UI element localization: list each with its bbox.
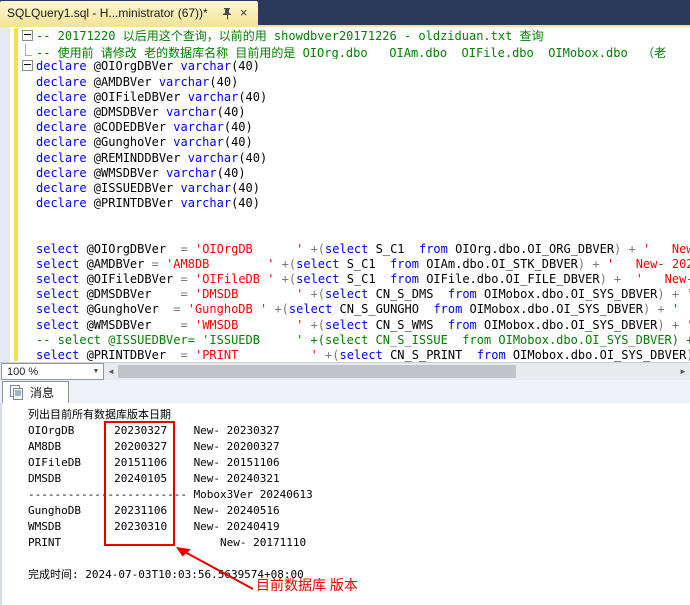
tab-messages-label: 消息 <box>30 384 54 401</box>
code-line: declare @REMINDDBVer varchar(40) <box>0 151 690 166</box>
messages-icon <box>9 385 24 400</box>
scroll-right-icon[interactable]: ► <box>676 367 690 376</box>
chevron-down-icon: ▼ <box>89 368 103 375</box>
code-line: select @AMDBVer = 'AM8DB ' +(select S_C1… <box>0 257 690 272</box>
code-line: -- select @ISSUEDBVer= 'ISSUEDB ' +(sele… <box>0 333 690 348</box>
results-tab-bar: 消息 <box>0 380 690 403</box>
code-line: declare @PRINTDBVer varchar(40) <box>0 196 690 211</box>
code-line: declare @OIFileDBVer varchar(40) <box>0 90 690 105</box>
code-line: select @DMSDBVer = 'DMSDB ' +(select CN_… <box>0 287 690 302</box>
tab-messages[interactable]: 消息 <box>2 381 69 403</box>
code-line: select @GunghoVer = 'GunghoDB ' +(select… <box>0 302 690 317</box>
scrollbar-thumb[interactable] <box>118 365 516 378</box>
sql-editor[interactable]: -- 20171220 以后用这个查询，以前的用 showdbver201712… <box>0 27 690 362</box>
zoom-level-select[interactable]: 100 % ▼ <box>1 363 104 380</box>
code-line: select @PRINTDBVer = 'PRINT ' +(select C… <box>0 348 690 362</box>
code-line: declare @OIOrgDBVer varchar(40) <box>0 59 690 74</box>
app-window: SQLQuery1.sql - H...ministrator (67))* ×… <box>0 0 690 605</box>
code-line: declare @DMSDBVer varchar(40) <box>0 105 690 120</box>
fold-end-marker <box>25 44 32 56</box>
code-line: declare @CODEDBVer varchar(40) <box>0 120 690 135</box>
code-line <box>0 226 690 241</box>
editor-bottom-bar: 100 % ▼ ◄ ► <box>0 362 690 380</box>
document-tab[interactable]: SQLQuery1.sql - H...ministrator (67))* × <box>0 1 258 25</box>
close-icon[interactable]: × <box>236 5 252 21</box>
fold-marker[interactable] <box>22 60 33 71</box>
code-line: select @OIOrgDBVer = 'OIOrgDB ' +(select… <box>0 242 690 257</box>
scroll-left-icon[interactable]: ◄ <box>104 367 118 376</box>
fold-marker[interactable] <box>22 30 33 41</box>
code-line: select @WMSDBVer = 'WMSDB ' +(select CN_… <box>0 318 690 333</box>
document-tab-title: SQLQuery1.sql - H...ministrator (67))* <box>7 6 220 20</box>
message-line <box>28 551 690 567</box>
code-line: declare @GunghoVer varchar(40) <box>0 135 690 150</box>
annotation-rectangle <box>104 421 175 546</box>
code-line <box>0 211 690 226</box>
zoom-level-value: 100 % <box>2 366 89 378</box>
pin-icon[interactable] <box>220 5 236 21</box>
code-area: -- 20171220 以后用这个查询，以前的用 showdbver201712… <box>0 29 690 362</box>
code-line: -- 20171220 以后用这个查询，以前的用 showdbver201712… <box>0 29 690 44</box>
annotation-label: 目前数据库 版本 <box>256 575 358 595</box>
code-line: declare @AMDBVer varchar(40) <box>0 75 690 90</box>
code-line: -- 使用前 请修改 老的数据库名称 目前用的是 OIOrg.dbo OIAm.… <box>0 44 690 59</box>
document-tab-bar: SQLQuery1.sql - H...ministrator (67))* × <box>0 0 690 25</box>
message-line: 完成时间: 2024-07-03T10:03:56.5639574+08:00 <box>28 567 690 583</box>
code-line: declare @WMSDBVer varchar(40) <box>0 166 690 181</box>
messages-panel: 列出目前所有数据库版本日期OIOrgDB 20230327 New- 20230… <box>0 403 690 605</box>
scrollbar-track[interactable] <box>118 364 676 379</box>
code-line: select @OIFileDBVer = 'OIFileDB ' +(sele… <box>0 272 690 287</box>
code-line: declare @ISSUEDBVer varchar(40) <box>0 181 690 196</box>
horizontal-scrollbar[interactable]: ◄ ► <box>104 363 690 380</box>
